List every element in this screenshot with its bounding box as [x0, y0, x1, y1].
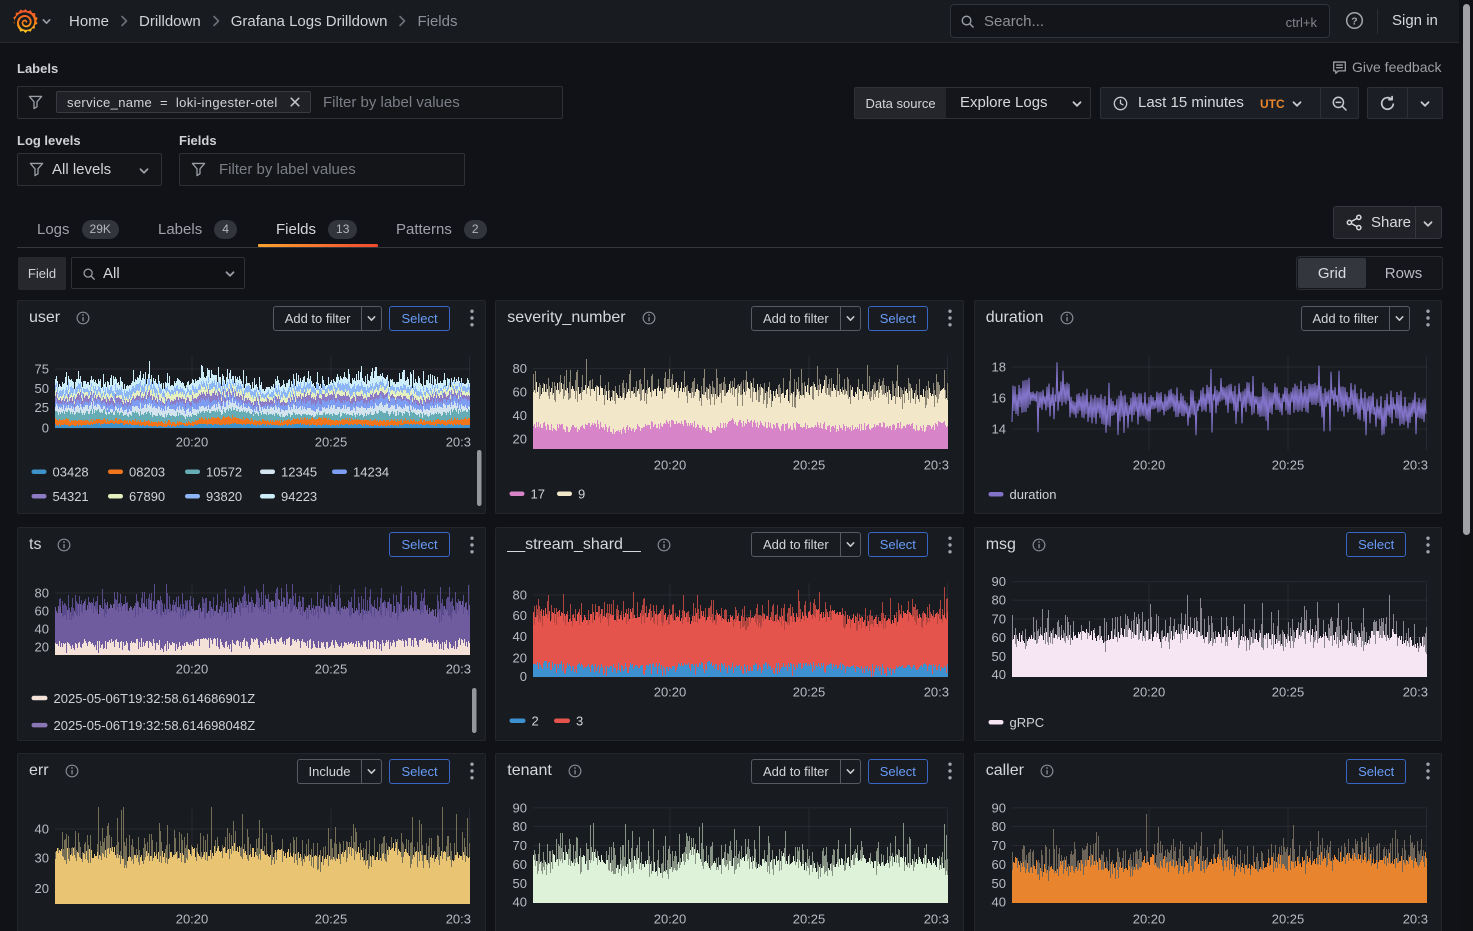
svg-text:20:3: 20:3 — [924, 684, 949, 699]
svg-text:03428: 03428 — [53, 465, 89, 480]
svg-text:gRPC: gRPC — [1009, 715, 1044, 730]
svg-text:20:3: 20:3 — [446, 912, 471, 927]
svg-text:20:25: 20:25 — [793, 912, 826, 927]
svg-text:18: 18 — [991, 360, 1005, 375]
svg-text:80: 80 — [513, 361, 527, 376]
svg-text:20:3: 20:3 — [924, 912, 949, 927]
svg-text:9: 9 — [578, 487, 585, 502]
svg-text:60: 60 — [513, 857, 527, 872]
svg-text:2: 2 — [532, 713, 539, 728]
svg-text:40: 40 — [513, 629, 527, 644]
svg-text:0: 0 — [520, 669, 527, 684]
svg-text:80: 80 — [513, 587, 527, 602]
svg-text:?: ? — [1351, 15, 1357, 27]
svg-text:40: 40 — [513, 894, 527, 909]
svg-text:40: 40 — [35, 621, 49, 636]
svg-text:50: 50 — [35, 381, 49, 396]
svg-text:10572: 10572 — [206, 465, 242, 480]
svg-text:20:25: 20:25 — [793, 458, 826, 473]
svg-text:20:20: 20:20 — [654, 458, 687, 473]
svg-text:25: 25 — [35, 400, 49, 415]
svg-text:60: 60 — [513, 384, 527, 399]
svg-text:60: 60 — [991, 857, 1005, 872]
svg-text:40: 40 — [513, 408, 527, 423]
svg-text:20:20: 20:20 — [1132, 912, 1165, 927]
svg-text:93820: 93820 — [206, 489, 242, 504]
svg-text:94223: 94223 — [281, 489, 317, 504]
svg-text:80: 80 — [513, 819, 527, 834]
svg-text:70: 70 — [991, 838, 1005, 853]
svg-text:20:25: 20:25 — [1271, 912, 1304, 927]
svg-text:20: 20 — [513, 431, 527, 446]
svg-text:0: 0 — [42, 421, 49, 436]
svg-text:duration: duration — [1009, 487, 1056, 502]
svg-text:20:25: 20:25 — [1271, 458, 1304, 473]
svg-text:80: 80 — [35, 585, 49, 600]
svg-text:40: 40 — [35, 822, 49, 837]
svg-text:60: 60 — [513, 607, 527, 622]
svg-text:90: 90 — [991, 800, 1005, 815]
svg-text:20:20: 20:20 — [176, 912, 209, 927]
svg-text:50: 50 — [991, 876, 1005, 891]
svg-text:60: 60 — [35, 603, 49, 618]
svg-text:20:20: 20:20 — [176, 661, 209, 676]
svg-text:20: 20 — [35, 881, 49, 896]
svg-text:70: 70 — [991, 611, 1005, 626]
svg-text:20:25: 20:25 — [315, 912, 348, 927]
svg-text:20:3: 20:3 — [924, 458, 949, 473]
svg-text:2025-05-06T19:32:58.614698048Z: 2025-05-06T19:32:58.614698048Z — [54, 717, 256, 732]
svg-text:3: 3 — [576, 713, 583, 728]
svg-text:20:20: 20:20 — [1132, 684, 1165, 699]
svg-text:20:25: 20:25 — [315, 661, 348, 676]
svg-text:20: 20 — [35, 639, 49, 654]
svg-text:20:25: 20:25 — [793, 684, 826, 699]
svg-text:20:25: 20:25 — [1271, 684, 1304, 699]
svg-text:20:25: 20:25 — [315, 435, 348, 450]
svg-text:12345: 12345 — [281, 465, 317, 480]
svg-text:80: 80 — [991, 819, 1005, 834]
svg-text:20:20: 20:20 — [654, 912, 687, 927]
svg-text:50: 50 — [513, 876, 527, 891]
svg-text:14: 14 — [991, 422, 1005, 437]
svg-text:54321: 54321 — [53, 489, 89, 504]
svg-text:20:3: 20:3 — [446, 661, 471, 676]
svg-text:20:3: 20:3 — [1402, 458, 1427, 473]
svg-text:67890: 67890 — [129, 489, 165, 504]
svg-text:08203: 08203 — [129, 465, 165, 480]
svg-text:60: 60 — [991, 629, 1005, 644]
svg-text:90: 90 — [513, 800, 527, 815]
svg-text:50: 50 — [991, 648, 1005, 663]
svg-text:2025-05-06T19:32:58.614686901Z: 2025-05-06T19:32:58.614686901Z — [54, 690, 256, 705]
svg-text:14234: 14234 — [353, 465, 389, 480]
svg-text:20:3: 20:3 — [446, 435, 471, 450]
svg-text:70: 70 — [513, 838, 527, 853]
svg-text:20:20: 20:20 — [176, 435, 209, 450]
svg-text:20:3: 20:3 — [1402, 912, 1427, 927]
svg-text:16: 16 — [991, 391, 1005, 406]
svg-text:20:20: 20:20 — [1132, 458, 1165, 473]
svg-text:20:3: 20:3 — [1402, 684, 1427, 699]
svg-text:17: 17 — [531, 487, 545, 502]
svg-text:80: 80 — [991, 592, 1005, 607]
svg-text:90: 90 — [991, 574, 1005, 589]
svg-text:40: 40 — [991, 894, 1005, 909]
svg-text:30: 30 — [35, 851, 49, 866]
svg-text:40: 40 — [991, 667, 1005, 682]
svg-text:20: 20 — [513, 650, 527, 665]
svg-text:75: 75 — [35, 362, 49, 377]
svg-text:20:20: 20:20 — [654, 684, 687, 699]
